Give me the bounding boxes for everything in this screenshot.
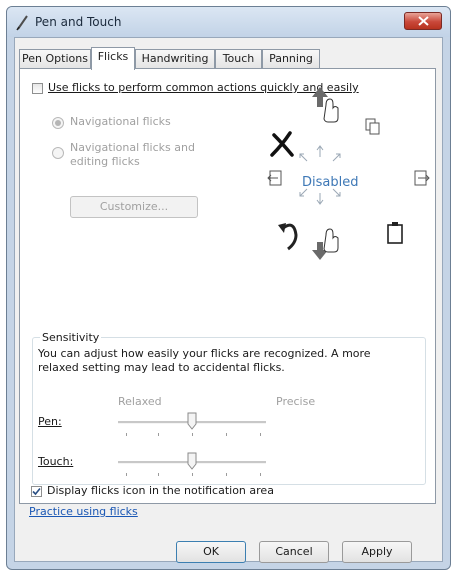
pen-slider-tick bbox=[192, 433, 193, 436]
pen-slider-thumb[interactable] bbox=[187, 412, 197, 430]
touch-slider-tick bbox=[226, 473, 227, 476]
forward-page-icon bbox=[414, 170, 430, 186]
pen-slider-tick bbox=[126, 433, 127, 436]
scroll-up-hand-icon bbox=[312, 87, 339, 123]
precise-label: Precise bbox=[276, 395, 316, 408]
tab-pen-options[interactable]: Pen Options bbox=[19, 49, 91, 69]
tab-panning[interactable]: Panning bbox=[262, 49, 320, 69]
navigational-flicks-radio[interactable] bbox=[52, 117, 64, 129]
close-icon bbox=[418, 16, 429, 26]
sensitivity-description-line2: relaxed setting may lead to accidental f… bbox=[38, 361, 285, 374]
close-button[interactable] bbox=[404, 12, 442, 30]
flicks-status-label: Disabled bbox=[302, 175, 359, 190]
customize-button[interactable]: Customize... bbox=[70, 196, 198, 218]
display-flicks-icon-checkbox[interactable] bbox=[31, 486, 42, 497]
touch-sensitivity-label: Touch: bbox=[38, 455, 74, 468]
dialog-client-area: Pen Options Flicks Handwriting Touch Pan… bbox=[14, 37, 443, 563]
undo-icon bbox=[278, 223, 298, 251]
tab-handwriting[interactable]: Handwriting bbox=[135, 49, 215, 69]
sensitivity-title: Sensitivity bbox=[40, 331, 102, 344]
sensitivity-description-line1: You can adjust how easily your flicks ar… bbox=[38, 347, 371, 360]
title-bar[interactable]: Pen and Touch bbox=[7, 7, 450, 37]
pen-slider-tick bbox=[158, 433, 159, 436]
pen-icon bbox=[16, 15, 28, 31]
apply-button[interactable]: Apply bbox=[342, 541, 412, 563]
pen-sensitivity-label: Pen: bbox=[38, 415, 62, 428]
touch-slider-tick bbox=[192, 473, 193, 476]
scroll-down-hand-icon bbox=[312, 228, 339, 260]
display-flicks-icon-label[interactable]: Display flicks icon in the notification … bbox=[47, 484, 274, 497]
delete-x-icon bbox=[270, 131, 294, 157]
flicks-diagram bbox=[267, 87, 430, 260]
navigational-flicks-label[interactable]: Navigational flicks bbox=[70, 115, 171, 128]
touch-slider-thumb[interactable] bbox=[187, 452, 197, 470]
touch-slider-tick bbox=[126, 473, 127, 476]
editing-flicks-label-line1[interactable]: Navigational flicks and bbox=[70, 141, 195, 154]
ok-button[interactable]: OK bbox=[176, 541, 246, 563]
touch-slider-tick bbox=[260, 473, 261, 476]
pen-and-touch-window: Pen and Touch Pen Options Flicks Handwri… bbox=[6, 6, 451, 570]
pen-slider-tick bbox=[260, 433, 261, 436]
pen-slider-tick bbox=[226, 433, 227, 436]
window-title: Pen and Touch bbox=[35, 15, 122, 29]
copy-icon bbox=[365, 118, 380, 135]
relaxed-label: Relaxed bbox=[118, 395, 162, 408]
paste-clipboard-icon bbox=[387, 222, 403, 244]
tab-flicks[interactable]: Flicks bbox=[91, 47, 135, 70]
editing-flicks-radio[interactable] bbox=[52, 147, 64, 159]
back-page-icon bbox=[267, 170, 282, 186]
tab-touch[interactable]: Touch bbox=[215, 49, 262, 69]
practice-flicks-link[interactable]: Practice using flicks bbox=[29, 505, 138, 518]
editing-flicks-label-line2[interactable]: editing flicks bbox=[70, 155, 140, 168]
checkmark-icon bbox=[32, 487, 41, 496]
cancel-button[interactable]: Cancel bbox=[259, 541, 329, 563]
touch-slider-tick bbox=[158, 473, 159, 476]
flicks-tab-panel: Use flicks to perform common actions qui… bbox=[19, 68, 436, 504]
use-flicks-checkbox[interactable] bbox=[32, 83, 43, 94]
